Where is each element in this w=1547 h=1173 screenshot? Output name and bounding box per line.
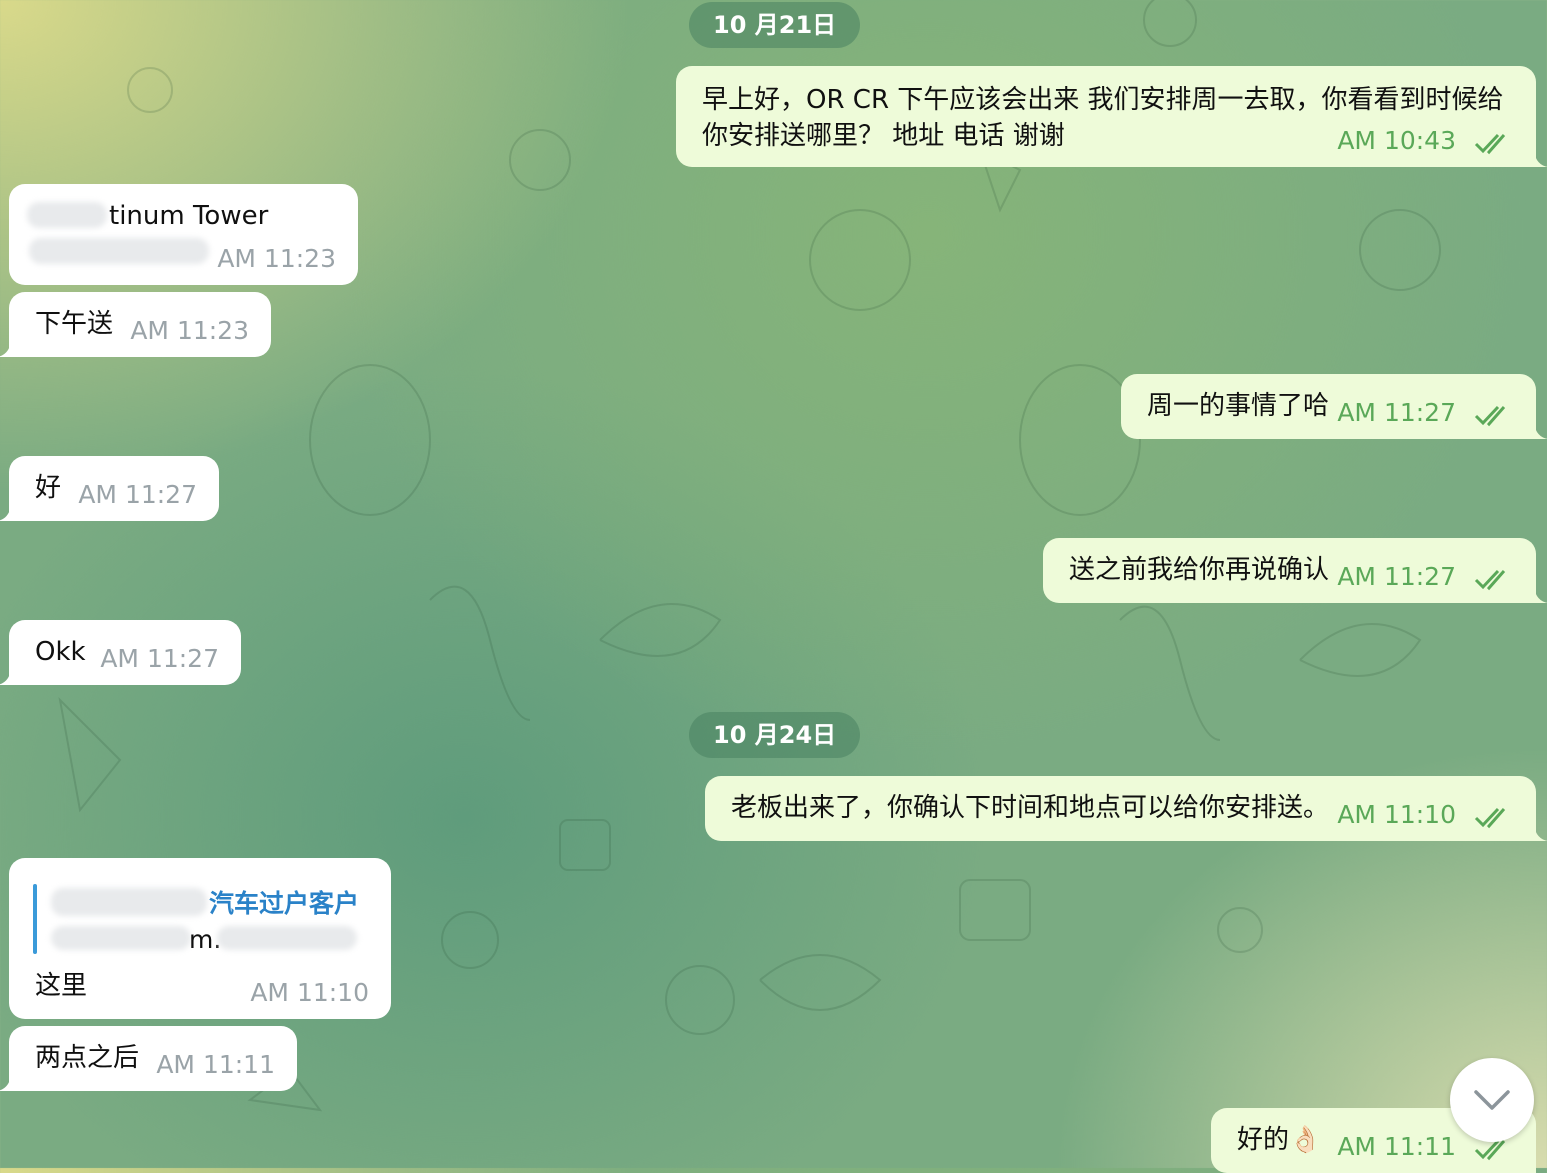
outgoing-message[interactable]: 送之前我给你再说确认 AM 11:27 [1043,538,1547,603]
message-time: AM 11:23 [130,316,249,345]
redacted-block [51,888,207,916]
message-text: 送之前我给你再说确认 [1069,555,1330,585]
incoming-message[interactable]: tinum Tower AM 11:23 [9,184,358,285]
incoming-message[interactable]: 下午送 AM 11:23 [0,292,271,357]
scroll-to-bottom-button[interactable] [1450,1058,1534,1142]
message-text: 周一的事情了哈 [1147,391,1330,421]
double-check-icon [1474,133,1506,155]
message-text: 下午送 [35,309,114,339]
outgoing-message[interactable]: 周一的事情了哈 AM 11:27 [1121,374,1547,439]
message-text: 两点之后 [35,1043,140,1073]
date-separator: 10 月24日 [689,712,861,758]
incoming-message[interactable]: 汽车过户客户 m. 这里 AM 11:10 [9,858,391,1019]
message-text: tinum Tower [109,201,269,231]
message-text: 好的👌🏻 [1237,1125,1322,1155]
message-text: 这里 [35,971,88,1001]
message-time: AM 11:10 [1337,800,1456,829]
message-text: Okk [35,637,86,667]
date-separator: 10 月21日 [689,2,861,48]
redacted-block [217,926,357,950]
reply-quote-title[interactable]: 汽车过户客户 [209,886,359,922]
message-time: AM 11:11 [1337,1132,1456,1161]
message-text: 老板出来了，你确认下时间和地点可以给你安排送。 [731,793,1330,823]
double-check-icon [1474,405,1506,427]
message-time: AM 11:27 [1337,562,1456,591]
redacted-block [29,238,209,264]
message-time: AM 11:11 [156,1050,275,1079]
message-time: AM 11:27 [100,644,219,673]
redacted-block [27,202,107,228]
redacted-block [51,926,191,950]
double-check-icon [1474,569,1506,591]
message-time: AM 11:10 [250,978,369,1007]
incoming-message[interactable]: Okk AM 11:27 [0,620,241,685]
incoming-message[interactable]: 两点之后 AM 11:11 [0,1026,297,1091]
double-check-icon [1474,807,1506,829]
outgoing-message[interactable]: 老板出来了，你确认下时间和地点可以给你安排送。 AM 11:10 [705,776,1547,841]
message-time: AM 11:23 [217,244,336,273]
message-time: AM 10:43 [1337,126,1456,155]
incoming-message[interactable]: 好 AM 11:27 [0,456,219,521]
message-text: 好 [35,473,62,503]
message-time: AM 11:27 [1337,398,1456,427]
reply-quote-bar [33,884,37,954]
outgoing-message[interactable]: 早上好，OR CR 下午应该会出来 我们安排周一去取，你看看到时候给 你安排送哪… [676,66,1547,167]
chevron-down-icon [1474,1090,1510,1110]
message-time: AM 11:27 [78,480,197,509]
